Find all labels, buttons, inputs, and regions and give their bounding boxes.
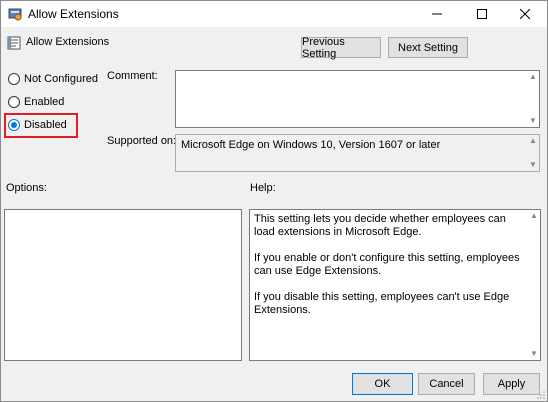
allow-extensions-dialog: Allow Extensions Allow Extensions Previo… [0, 0, 548, 402]
apply-button[interactable]: Apply [483, 373, 540, 395]
group-policy-icon [8, 8, 22, 21]
maximize-icon [477, 9, 487, 19]
options-label: Options: [6, 182, 47, 194]
ok-button[interactable]: OK [352, 373, 413, 395]
minimize-button[interactable] [415, 1, 459, 27]
help-label: Help: [250, 182, 276, 194]
scroll-down-icon[interactable]: ▼ [529, 115, 537, 127]
supported-scrollbar[interactable]: ▲ ▼ [527, 135, 539, 171]
close-icon [520, 9, 530, 19]
help-text: This setting lets you decide whether emp… [254, 213, 526, 330]
previous-setting-button[interactable]: Previous Setting [301, 36, 381, 60]
scroll-down-icon[interactable]: ▼ [529, 159, 537, 171]
radio-label: Not Configured [24, 73, 98, 85]
supported-on-field: Microsoft Edge on Windows 10, Version 16… [175, 134, 540, 172]
radio-label: Enabled [24, 96, 65, 108]
radio-button[interactable] [8, 96, 20, 108]
radio-enabled[interactable]: Enabled [8, 96, 64, 108]
help-paragraph: This setting lets you decide whether emp… [254, 213, 506, 238]
scroll-up-icon[interactable]: ▲ [530, 210, 538, 222]
help-scrollbar[interactable]: ▲ ▼ [528, 210, 540, 360]
disabled-highlight-box [4, 113, 78, 138]
close-button[interactable] [503, 1, 547, 27]
scroll-down-icon[interactable]: ▼ [530, 348, 538, 360]
scroll-up-icon[interactable]: ▲ [529, 71, 537, 83]
policy-name: Allow Extensions [26, 36, 110, 48]
radio-not-configured[interactable]: Not Configured [8, 73, 98, 85]
supported-on-label: Supported on: [107, 135, 177, 147]
policy-setting-icon [7, 36, 21, 50]
comment-label: Comment: [107, 70, 158, 82]
title-bar[interactable]: Allow Extensions [1, 1, 547, 27]
next-setting-button[interactable]: Next Setting [388, 37, 468, 58]
help-panel: This setting lets you decide whether emp… [249, 209, 541, 361]
radio-button[interactable] [8, 73, 20, 85]
maximize-button[interactable] [460, 1, 504, 27]
supported-on-value: Microsoft Edge on Windows 10, Version 16… [181, 139, 441, 151]
minimize-icon [432, 13, 442, 15]
help-paragraph: If you disable this setting, employees c… [254, 291, 510, 316]
help-paragraph: If you enable or don't configure this se… [254, 252, 520, 277]
cancel-button[interactable]: Cancel [418, 373, 475, 395]
comment-field[interactable]: ▲ ▼ [175, 70, 540, 128]
resize-grip-icon[interactable] [536, 390, 546, 400]
scroll-up-icon[interactable]: ▲ [529, 135, 537, 147]
window-title: Allow Extensions [28, 7, 119, 21]
options-panel [4, 209, 242, 361]
comment-scrollbar[interactable]: ▲ ▼ [527, 71, 539, 127]
